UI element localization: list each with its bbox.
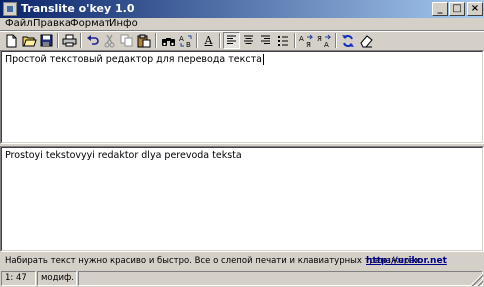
bullet-list-icon [277,36,288,46]
font-icon: A [204,34,213,47]
source-text: Простой текстовый редактор для перевода … [5,54,262,65]
refresh-icon [341,34,354,47]
source-text-area[interactable]: Простой текстовый редактор для перевода … [0,50,484,144]
save-icon [40,34,53,47]
undo-button[interactable] [84,32,101,49]
transliterate-backward-button[interactable]: ЯA [316,32,333,49]
svg-text:A: A [324,41,329,48]
toolbar-separator [294,33,296,48]
svg-text:A: A [179,35,184,43]
minimize-button[interactable]: _ [432,2,448,16]
svg-text:Я: Я [306,41,311,48]
close-button[interactable]: × [467,2,483,16]
output-text-frame: Prostoyi tekstovyyi redaktor dlya perevo… [1,147,483,251]
hint-bar: Набирать текст нужно красиво и быстро. В… [0,253,484,268]
window-title: Translite o'key 1.0 [21,2,135,15]
print-icon [62,34,77,47]
toolbar-separator [80,33,82,48]
clear-button[interactable] [357,32,374,49]
status-panel-empty [78,271,483,286]
svg-text:Я: Я [317,35,322,43]
new-file-icon [6,34,17,47]
open-button[interactable] [21,32,38,49]
hint-text: Набирать текст нужно красиво и быстро. В… [5,256,423,266]
modified-status: модиф. [37,271,77,286]
align-right-icon [261,35,270,44]
title-bar: Translite o'key 1.0 _ □ × [0,0,484,18]
align-center-icon [244,35,253,44]
source-text-frame: Простой текстовый редактор для перевода … [1,51,483,143]
output-text-area[interactable]: Prostoyi tekstovyyi redaktor dlya perevo… [0,146,484,252]
menu-info[interactable]: Инфо [106,18,141,30]
cursor-position: 1: 47 [1,271,36,286]
find-button[interactable] [160,32,177,49]
font-button[interactable]: A [200,32,217,49]
transliterate-icon: AЯ [299,34,314,48]
app-icon[interactable] [3,2,17,16]
menu-bar: Файл Правка Формат Инфо [0,18,484,30]
transliterate-forward-button[interactable]: AЯ [298,32,315,49]
toolbar-separator [196,33,198,48]
cut-icon [104,34,115,47]
text-caret [262,54,264,65]
binoculars-icon [162,37,175,46]
toolbar-separator [335,33,337,48]
svg-text:A: A [299,35,304,43]
website-link[interactable]: http://urikor.net [366,255,447,267]
align-right-button[interactable] [257,32,274,49]
status-bar: 1: 47 модиф. [0,269,484,287]
replace-icon: AB [179,35,191,48]
undo-icon [87,34,99,45]
maximize-button[interactable]: □ [449,2,465,16]
align-left-button[interactable] [223,32,240,49]
bullet-list-button[interactable] [274,32,291,49]
toolbar-separator [155,33,157,48]
align-center-button[interactable] [240,32,257,49]
resize-grip-icon[interactable] [471,274,483,286]
replace-button[interactable]: AB [177,32,194,49]
output-text: Prostoyi tekstovyyi redaktor dlya perevo… [5,150,242,161]
toolbar-separator [57,33,59,48]
cut-button[interactable] [101,32,118,49]
toolbar: AB A AЯ ЯA [0,31,484,50]
paste-icon [137,34,150,47]
save-button[interactable] [38,32,55,49]
source-text-line: Простой текстовый редактор для перевода … [5,54,264,66]
svg-text:B: B [186,41,191,48]
align-left-icon [227,35,236,44]
open-folder-icon [22,36,37,47]
print-button[interactable] [61,32,78,49]
new-file-button[interactable] [3,32,20,49]
eraser-icon [359,34,373,47]
copy-button[interactable] [118,32,135,49]
toolbar-separator [219,33,221,48]
paste-button[interactable] [135,32,152,49]
transliterate-back-icon: ЯA [317,34,332,48]
convert-button[interactable] [339,32,356,49]
copy-icon [120,34,132,47]
